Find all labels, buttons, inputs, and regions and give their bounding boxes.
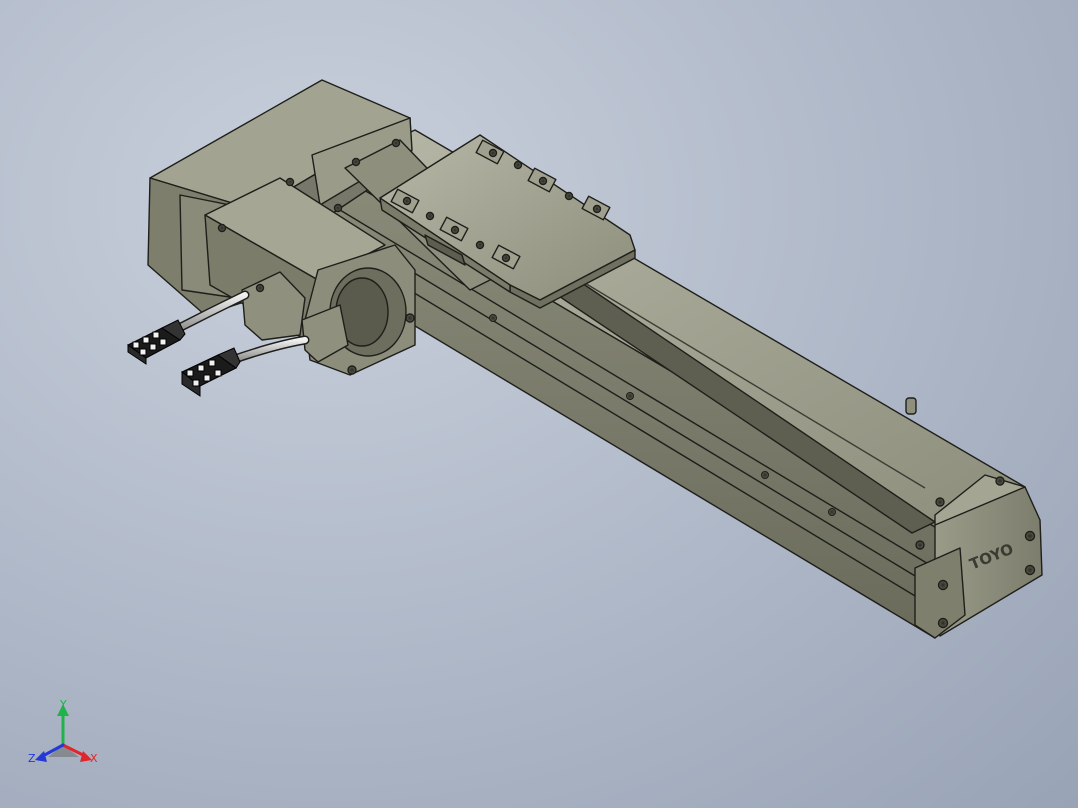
- cad-viewport[interactable]: TOYO Y X Z: [0, 0, 1078, 808]
- power-pin-5: [203, 374, 211, 382]
- coordinate-triad[interactable]: Y X Z: [28, 698, 98, 765]
- power-pin-2: [197, 364, 205, 372]
- carriage-screw-7: [425, 211, 435, 221]
- carriage-screw-2: [513, 160, 523, 170]
- carriage-screw-16: [255, 283, 265, 293]
- carriage-screw-15: [217, 223, 227, 233]
- power-pin-6: [214, 369, 222, 377]
- carriage-screw-3: [538, 176, 548, 186]
- power-connector[interactable]: [181, 347, 241, 397]
- rail-screw-2: [626, 392, 634, 400]
- encoder-pin-5: [149, 343, 157, 351]
- carriage-screw-14: [285, 177, 295, 187]
- triad-z-label: Z: [28, 752, 36, 765]
- power-cable: [229, 337, 308, 363]
- triad-y-label: Y: [59, 698, 67, 711]
- power-pin-1: [186, 369, 194, 377]
- model-canvas[interactable]: TOYO Y X Z: [0, 0, 1078, 808]
- rail-screw-3: [761, 471, 769, 479]
- limit-sensor-pin: [905, 397, 917, 415]
- carriage-screw-4: [564, 191, 574, 201]
- encoder-pin-4: [139, 348, 147, 356]
- power-pin-4: [192, 379, 200, 387]
- carriage-screw-6: [402, 196, 412, 206]
- carriage-screw-1: [488, 148, 498, 158]
- triad-x-label: X: [90, 752, 98, 765]
- power-pin-3: [208, 359, 216, 367]
- end-cap-screw-4: [1024, 564, 1036, 576]
- servo-motor-screw-1: [405, 313, 415, 323]
- carriage-screw-12: [391, 138, 401, 148]
- carriage-screw-9: [475, 240, 485, 250]
- encoder-pin-3: [152, 331, 160, 339]
- carriage-screw-13: [333, 203, 343, 213]
- rail-screw-1: [489, 314, 497, 322]
- end-cap-screw-3: [1024, 530, 1036, 542]
- encoder-pin-6: [159, 338, 167, 346]
- end-cap-screw-1: [995, 476, 1005, 486]
- carriage-screw-11: [351, 157, 361, 167]
- end-cap-screw-7: [915, 540, 925, 550]
- end-cap-screw-5: [937, 579, 949, 591]
- carriage-screw-5: [592, 204, 602, 214]
- rail-screw-4: [828, 508, 836, 516]
- encoder-connector[interactable]: [127, 319, 186, 365]
- triad-z-arrow: [35, 751, 47, 762]
- encoder-pin-1: [132, 341, 140, 349]
- servo-motor-screw-2: [347, 365, 357, 375]
- end-cap-screw-2: [935, 497, 945, 507]
- end-cap-screw-6: [937, 617, 949, 629]
- encoder-pin-2: [142, 336, 150, 344]
- connectors[interactable]: [127, 319, 241, 397]
- carriage-screw-8: [450, 225, 460, 235]
- carriage-screw-10: [501, 253, 511, 263]
